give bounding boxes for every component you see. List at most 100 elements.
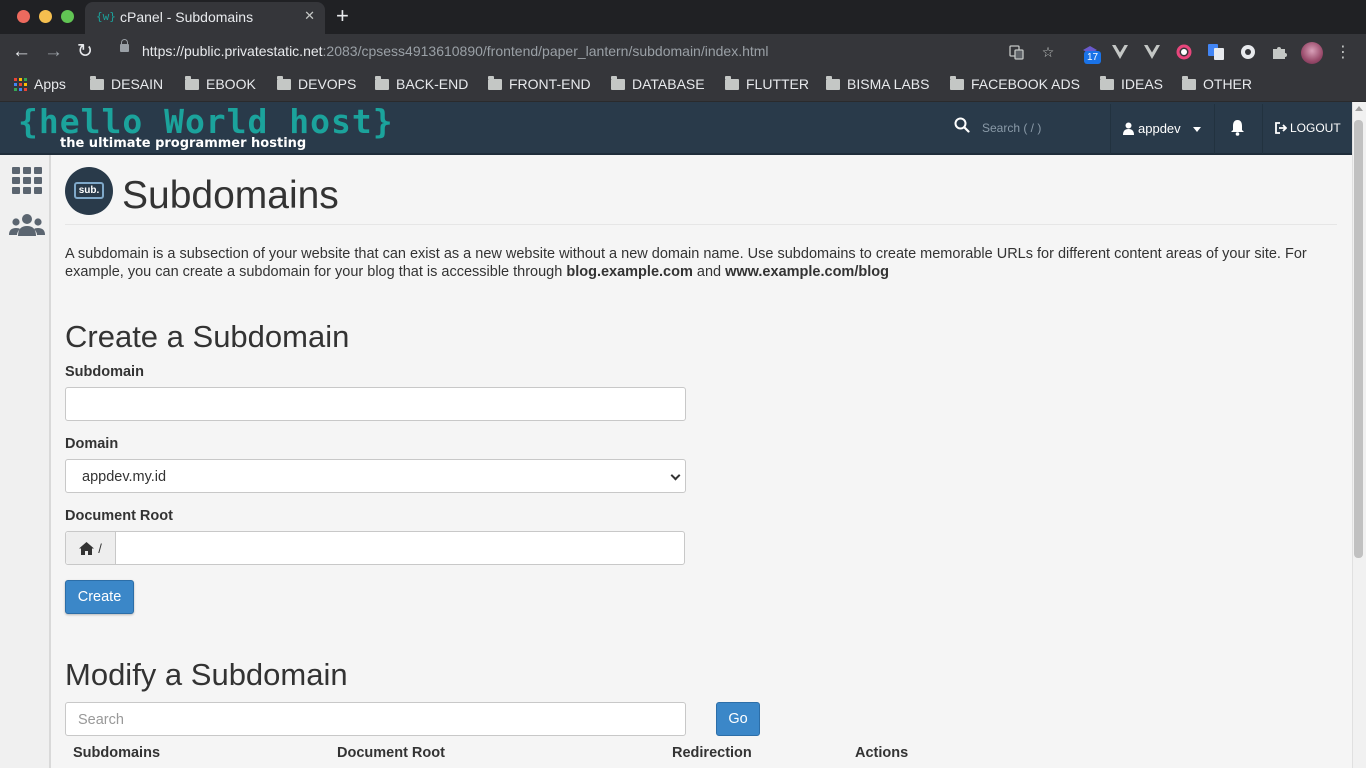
chevron-down-icon xyxy=(670,470,681,481)
logout-icon xyxy=(1275,122,1287,134)
description-example-2: www.example.com/blog xyxy=(725,264,889,280)
domain-select[interactable]: appdev.my.id xyxy=(65,459,686,493)
bookmark-folder[interactable]: FRONT-END xyxy=(488,75,591,92)
go-button[interactable]: Go xyxy=(716,702,760,736)
brand-tagline: the ultimate programmer hosting xyxy=(60,136,307,151)
logout-label: LOGOUT xyxy=(1290,121,1341,135)
bookmark-folder[interactable]: OTHER xyxy=(1182,75,1252,92)
close-tab-icon[interactable]: ✕ xyxy=(304,8,315,24)
translate-icon[interactable] xyxy=(1007,43,1025,61)
header-divider xyxy=(1262,104,1263,154)
bookmark-folder[interactable]: BACK-END xyxy=(375,75,468,92)
search-icon[interactable] xyxy=(954,117,970,138)
maximize-window-button[interactable] xyxy=(61,10,74,23)
reload-icon[interactable]: ↻ xyxy=(77,40,93,64)
google-translate-icon[interactable] xyxy=(1207,43,1225,61)
scrollbar-thumb[interactable] xyxy=(1354,120,1363,558)
user-menu[interactable]: appdev xyxy=(1123,121,1181,136)
apps-grid-icon[interactable] xyxy=(12,167,42,194)
bookmark-label: DATABASE xyxy=(632,76,705,92)
url-path: :2083/cpsess4913610890/frontend/paper_la… xyxy=(322,43,769,59)
bookmark-label: FLUTTER xyxy=(746,76,809,92)
bookmark-folder[interactable]: EBOOK xyxy=(185,75,256,92)
document-root-input[interactable]: / xyxy=(65,531,685,565)
modify-subdomain-heading: Modify a Subdomain xyxy=(65,657,348,692)
page-description: A subdomain is a subsection of your webs… xyxy=(65,245,1337,281)
lock-icon[interactable] xyxy=(120,39,129,52)
folder-icon xyxy=(950,75,964,90)
search-input[interactable]: Search xyxy=(65,702,686,736)
minimize-window-button[interactable] xyxy=(39,10,52,23)
browser-tab[interactable]: {w} cPanel - Subdomains ✕ xyxy=(85,2,325,34)
domain-selected-value: appdev.my.id xyxy=(82,469,167,485)
folder-icon xyxy=(277,75,291,90)
back-arrow-icon[interactable]: ← xyxy=(12,40,31,64)
user-icon xyxy=(1123,122,1134,135)
chevron-down-icon[interactable] xyxy=(1193,127,1201,132)
vue-devtools-icon[interactable] xyxy=(1111,43,1129,61)
bookmarks-bar: Apps DESAIN EBOOK DEVOPS BACK-END FRONT-… xyxy=(0,70,1366,102)
bookmark-folder[interactable]: DATABASE xyxy=(611,75,705,92)
domain-label: Domain xyxy=(65,436,119,452)
url-host: https://public.privatestatic.net xyxy=(142,43,323,59)
apps-grid-icon xyxy=(14,77,27,91)
browser-toolbar: ← → ↻ https://public.privatestatic.net:2… xyxy=(0,34,1366,70)
bookmark-folder[interactable]: FLUTTER xyxy=(725,75,809,92)
bookmark-label: FACEBOOK ADS xyxy=(971,76,1080,92)
create-button[interactable]: Create xyxy=(65,580,134,614)
address-bar[interactable]: https://public.privatestatic.net:2083/cp… xyxy=(142,43,769,59)
title-divider xyxy=(65,224,1337,225)
folder-icon xyxy=(1100,75,1114,90)
subdomain-input[interactable] xyxy=(65,387,686,421)
header-divider xyxy=(1214,104,1215,154)
description-example-1: blog.example.com xyxy=(566,264,693,280)
folder-icon xyxy=(488,75,502,90)
scroll-up-arrow-icon[interactable] xyxy=(1355,106,1363,111)
tab-favicon-icon: {w} xyxy=(96,10,116,23)
forward-arrow-icon[interactable]: → xyxy=(44,40,63,64)
header-search-input[interactable]: Search ( / ) xyxy=(982,121,1041,135)
document-root-prefix: / xyxy=(66,532,116,564)
bookmark-folder[interactable]: BISMA LABS xyxy=(826,75,929,92)
column-header-redirection[interactable]: Redirection xyxy=(672,745,752,761)
bookmark-folder[interactable]: IDEAS xyxy=(1100,75,1163,92)
column-header-subdomains[interactable]: Subdomains xyxy=(73,745,160,761)
bookmark-star-icon[interactable]: ☆ xyxy=(1039,43,1057,61)
document-root-label: Document Root xyxy=(65,508,173,524)
bookmark-label: Apps xyxy=(34,76,66,92)
logout-button[interactable]: LOGOUT xyxy=(1274,121,1341,135)
vue-devtools-2-icon[interactable] xyxy=(1143,43,1161,61)
close-window-button[interactable] xyxy=(17,10,30,23)
document-root-slash: / xyxy=(98,540,102,556)
puzzle-extensions-icon[interactable] xyxy=(1270,43,1288,61)
subdomain-label: Subdomain xyxy=(65,364,144,380)
bell-icon[interactable] xyxy=(1230,119,1245,141)
bookmark-label: EBOOK xyxy=(206,76,256,92)
bookmark-label: DESAIN xyxy=(111,76,164,92)
column-header-document-root[interactable]: Document Root xyxy=(337,745,445,761)
users-icon[interactable] xyxy=(9,212,45,243)
bookmark-folder[interactable]: DESAIN xyxy=(90,75,164,92)
bookmark-label: OTHER xyxy=(1203,76,1252,92)
description-and: and xyxy=(692,264,726,280)
bookmark-folder[interactable]: FACEBOOK ADS xyxy=(950,75,1080,92)
bookmark-label: DEVOPS xyxy=(298,76,357,92)
browser-tab-bar: {w} cPanel - Subdomains ✕ + xyxy=(0,0,1366,34)
folder-icon xyxy=(375,75,389,90)
bookmark-label: FRONT-END xyxy=(509,76,591,92)
bookmark-apps[interactable]: Apps xyxy=(14,76,66,92)
folder-icon xyxy=(185,75,199,90)
subdomain-page-icon: sub. xyxy=(65,167,113,215)
profile-avatar[interactable] xyxy=(1301,42,1323,64)
more-menu-icon[interactable]: ⋮ xyxy=(1334,43,1352,61)
header-divider xyxy=(1110,104,1111,154)
page-icon-text: sub. xyxy=(74,182,104,199)
bookmark-folder[interactable]: DEVOPS xyxy=(277,75,357,92)
new-tab-button[interactable]: + xyxy=(336,3,349,29)
circle-extension-icon[interactable] xyxy=(1239,43,1257,61)
column-header-actions: Actions xyxy=(855,745,909,761)
folder-icon xyxy=(611,75,625,90)
cpanel-sidebar xyxy=(0,155,51,768)
folder-icon xyxy=(826,75,840,90)
color-ring-icon[interactable] xyxy=(1175,43,1193,61)
